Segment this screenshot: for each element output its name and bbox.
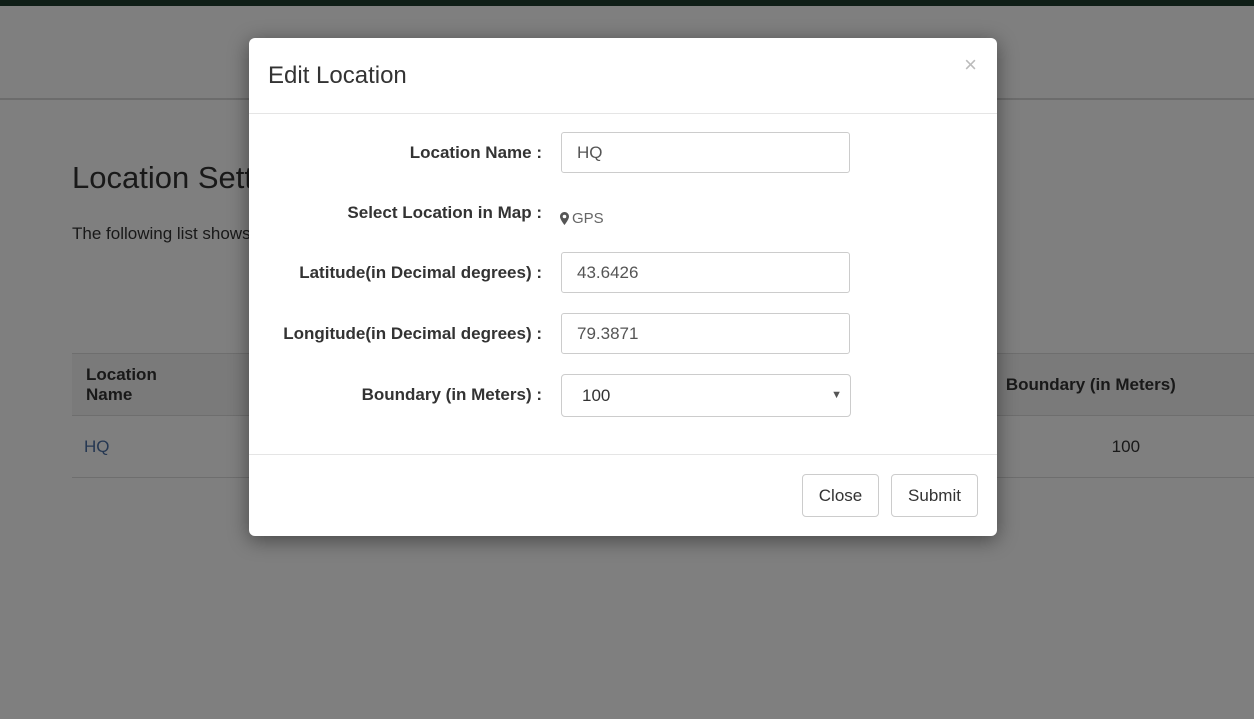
gps-link-label: GPS [572, 210, 604, 227]
form-row-longitude: Longitude(in Decimal degrees) : [249, 313, 997, 356]
map-label: Select Location in Map : [347, 203, 542, 222]
latitude-input[interactable] [561, 252, 850, 293]
modal-title: Edit Location [268, 62, 407, 89]
form-row-location-name: Location Name : [249, 132, 997, 175]
boundary-select-value: 100 [582, 386, 611, 405]
latitude-label: Latitude(in Decimal degrees) : [299, 263, 542, 282]
modal-body: Location Name : Select Location in Map :… [249, 114, 997, 455]
caret-down-icon: ▼ [831, 389, 842, 401]
edit-location-modal: Edit Location × Location Name : Select L… [249, 38, 997, 536]
longitude-label: Longitude(in Decimal degrees) : [283, 324, 542, 343]
close-button[interactable]: Close [802, 474, 879, 517]
map-pin-icon [560, 212, 569, 225]
modal-footer: Close Submit [249, 455, 997, 537]
form-row-boundary: Boundary (in Meters) : 100 ▼ [249, 374, 997, 417]
longitude-input[interactable] [561, 313, 850, 354]
boundary-select[interactable]: 100 ▼ [561, 374, 851, 417]
close-icon[interactable]: × [964, 52, 977, 78]
form-row-latitude: Latitude(in Decimal degrees) : [249, 252, 997, 295]
location-name-input[interactable] [561, 132, 850, 173]
boundary-label: Boundary (in Meters) : [361, 385, 542, 404]
gps-link[interactable]: GPS [560, 210, 604, 227]
form-row-map: Select Location in Map : GPS [249, 193, 997, 236]
submit-button[interactable]: Submit [891, 474, 978, 517]
modal-header: Edit Location × [249, 38, 997, 114]
location-name-label: Location Name : [409, 143, 542, 162]
